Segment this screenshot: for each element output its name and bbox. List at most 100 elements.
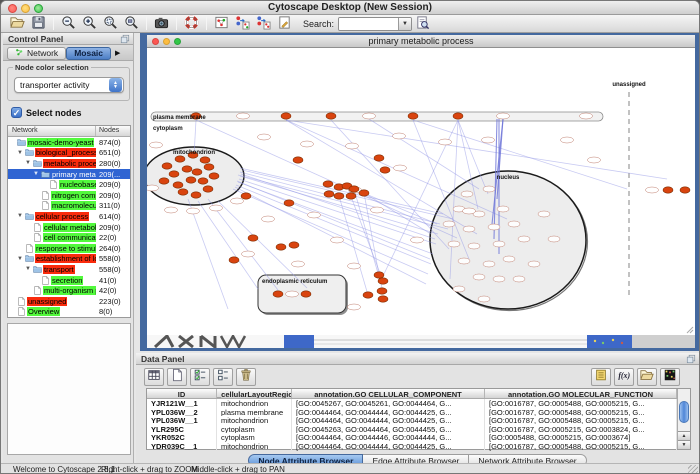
table-button[interactable]: [144, 368, 164, 386]
network-node-selected[interactable]: [377, 288, 387, 294]
network-node[interactable]: [308, 212, 321, 218]
network-node[interactable]: [473, 274, 485, 280]
network-canvas[interactable]: plasma membranecytoplasmmitochondrionnuc…: [147, 48, 695, 335]
tree-row[interactable]: ▼primary metabo...209(...: [8, 169, 130, 180]
save-button[interactable]: [28, 15, 49, 32]
network-node-selected[interactable]: [380, 167, 390, 173]
disclosure-triangle-icon[interactable]: ▼: [16, 213, 24, 219]
disclosure-triangle-icon[interactable]: ▼: [24, 266, 32, 272]
network-node[interactable]: [258, 134, 271, 140]
network-node-selected[interactable]: [204, 164, 214, 170]
network-node[interactable]: [262, 216, 275, 222]
snapshot-button[interactable]: [151, 15, 172, 32]
network-node-selected[interactable]: [281, 113, 291, 119]
network-node-selected[interactable]: [178, 189, 188, 195]
tree-row[interactable]: nucleobase-...209(0): [8, 179, 130, 190]
network-node[interactable]: [165, 207, 178, 213]
network-node[interactable]: [588, 157, 601, 163]
network-node[interactable]: [463, 226, 475, 232]
network-node-selected[interactable]: [301, 291, 311, 297]
network-node-selected[interactable]: [229, 257, 239, 263]
network-node[interactable]: [443, 221, 455, 227]
notes-button[interactable]: [591, 368, 611, 386]
network-window-titlebar[interactable]: primary metabolic process: [147, 35, 695, 48]
network-node[interactable]: [448, 241, 460, 247]
network-node[interactable]: [394, 165, 407, 171]
network-node-selected[interactable]: [248, 235, 258, 241]
network-node-selected[interactable]: [200, 157, 210, 163]
tree-row[interactable]: cell communicat...22(0): [8, 232, 130, 243]
tree-row[interactable]: nitrogen compo...209(0): [8, 190, 130, 201]
network-node[interactable]: [458, 258, 470, 264]
network-node-selected[interactable]: [284, 200, 294, 206]
network-node-selected[interactable]: [349, 186, 359, 192]
network-node[interactable]: [411, 237, 424, 243]
network-node-selected[interactable]: [159, 178, 169, 184]
matrix-button[interactable]: [660, 368, 680, 386]
function-button[interactable]: f(x): [614, 368, 634, 386]
tree-row[interactable]: response to stimulu264(0): [8, 243, 130, 254]
network-node-selected[interactable]: [203, 186, 213, 192]
network-node[interactable]: [580, 113, 593, 119]
tab-overflow-arrow[interactable]: ▶: [115, 49, 120, 57]
zoom-fit-button[interactable]: [121, 15, 142, 32]
help-button[interactable]: [181, 15, 202, 32]
column-header[interactable]: ID: [147, 389, 217, 398]
table-row[interactable]: YKR052Ccytoplasm[GO:0044464, GO:0044446,…: [147, 433, 677, 442]
network-node-selected[interactable]: [453, 113, 463, 119]
table-row[interactable]: YPL036W__1mitochondrion[GO:0044464, GO:0…: [147, 416, 677, 425]
table-scrollbar[interactable]: ▲ ▼: [677, 389, 690, 449]
network-node-selected[interactable]: [334, 193, 344, 199]
tree-row[interactable]: macromolecule...311(0): [8, 201, 130, 212]
float-panel-icon[interactable]: [686, 354, 696, 364]
network-node[interactable]: [393, 133, 406, 139]
column-header[interactable]: annotation.GO MOLECULAR_FUNCTION: [485, 389, 677, 398]
scroll-up-arrow[interactable]: ▲: [678, 431, 690, 440]
network-node[interactable]: [301, 141, 314, 147]
network-node[interactable]: [493, 241, 505, 247]
zoom-in-button[interactable]: [79, 15, 100, 32]
tree-row[interactable]: cellular metabol...209(0): [8, 222, 130, 233]
network-node-selected[interactable]: [241, 193, 251, 199]
network-node[interactable]: [548, 236, 560, 242]
tree-col-network[interactable]: Network: [8, 126, 96, 136]
network-node-selected[interactable]: [378, 296, 388, 302]
network-node-selected[interactable]: [359, 190, 369, 196]
network-node[interactable]: [463, 208, 476, 214]
network-node-selected[interactable]: [198, 178, 208, 184]
search-dropdown-arrow[interactable]: ▼: [398, 18, 411, 30]
network-node-selected[interactable]: [293, 157, 303, 163]
network-node[interactable]: [210, 205, 223, 211]
tree-col-nodes[interactable]: Nodes: [96, 126, 130, 136]
network-node-selected[interactable]: [276, 244, 286, 250]
network-node-selected[interactable]: [680, 187, 690, 193]
scrollbar-thumb[interactable]: [679, 401, 689, 423]
network-node[interactable]: [508, 221, 520, 227]
network-node-selected[interactable]: [182, 166, 192, 172]
network-node-selected[interactable]: [374, 272, 384, 278]
tab-network[interactable]: Network: [7, 47, 66, 60]
network-node[interactable]: [147, 185, 159, 191]
network-node[interactable]: [497, 113, 510, 119]
network-node[interactable]: [187, 208, 200, 214]
network-node[interactable]: [363, 113, 376, 119]
network-node[interactable]: [478, 296, 490, 302]
disclosure-triangle-icon[interactable]: ▼: [32, 171, 40, 177]
table-row[interactable]: YJR121W__1mitochondrion[GO:0045267, GO:0…: [147, 399, 677, 408]
trash-button[interactable]: [236, 368, 256, 386]
new-button[interactable]: [167, 368, 187, 386]
network-node[interactable]: [483, 186, 495, 192]
network-node[interactable]: [461, 191, 473, 197]
network-node-selected[interactable]: [324, 191, 334, 197]
network-node-selected[interactable]: [289, 242, 299, 248]
network-node-selected[interactable]: [408, 113, 418, 119]
network-node-selected[interactable]: [323, 181, 333, 187]
zoom-selected-button[interactable]: [100, 15, 121, 32]
network-node[interactable]: [528, 261, 540, 267]
network-node[interactable]: [488, 224, 500, 230]
network-node-selected[interactable]: [169, 171, 179, 177]
network-node-selected[interactable]: [663, 187, 673, 193]
network-node[interactable]: [453, 286, 465, 292]
disclosure-triangle-icon[interactable]: ▼: [16, 150, 24, 156]
disclosure-triangle-icon[interactable]: ▼: [16, 256, 24, 262]
